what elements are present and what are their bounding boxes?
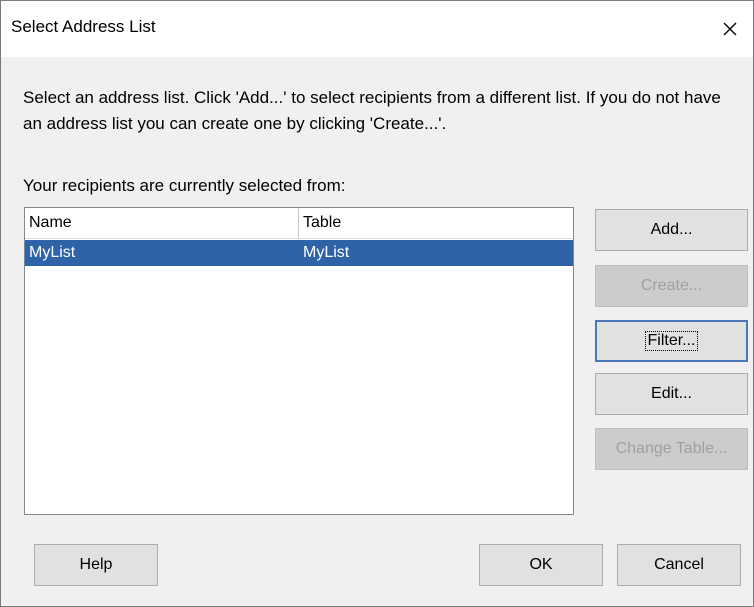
address-list-table[interactable]: Name Table MyList MyList: [24, 207, 574, 515]
row-table-cell: MyList: [303, 244, 350, 261]
close-icon: [723, 22, 737, 36]
ok-button[interactable]: OK: [479, 544, 603, 586]
add-button[interactable]: Add...: [595, 209, 748, 251]
edit-button[interactable]: Edit...: [595, 373, 748, 415]
filter-button-label: Filter...: [645, 331, 698, 351]
current-selection-label: Your recipients are currently selected f…: [23, 176, 346, 195]
cancel-button-label: Cancel: [654, 556, 704, 573]
ok-button-label: OK: [529, 556, 553, 573]
edit-button-label: Edit...: [651, 385, 692, 402]
create-button-label: Create...: [640, 277, 703, 294]
table-row[interactable]: MyList MyList: [25, 240, 573, 266]
dialog-description: Select an address list. Click 'Add...' t…: [23, 88, 721, 133]
filter-button[interactable]: Filter...: [595, 320, 748, 362]
row-name-cell: MyList: [29, 244, 76, 261]
dialog-title: Select Address List: [11, 17, 156, 36]
help-button[interactable]: Help: [34, 544, 158, 586]
title-bar: Select Address List: [1, 1, 753, 57]
change-table-button-label: Change Table...: [615, 440, 728, 457]
add-button-label: Add...: [650, 221, 693, 238]
column-header-table[interactable]: Table: [299, 208, 573, 238]
cancel-button[interactable]: Cancel: [617, 544, 741, 586]
change-table-button[interactable]: Change Table...: [595, 428, 748, 470]
close-button[interactable]: [707, 1, 753, 57]
create-button[interactable]: Create...: [595, 265, 748, 307]
table-header: Name Table: [25, 208, 573, 239]
help-button-label: Help: [79, 556, 113, 573]
column-header-name[interactable]: Name: [25, 208, 299, 238]
select-address-list-dialog: Select Address List Select an address li…: [0, 0, 754, 607]
